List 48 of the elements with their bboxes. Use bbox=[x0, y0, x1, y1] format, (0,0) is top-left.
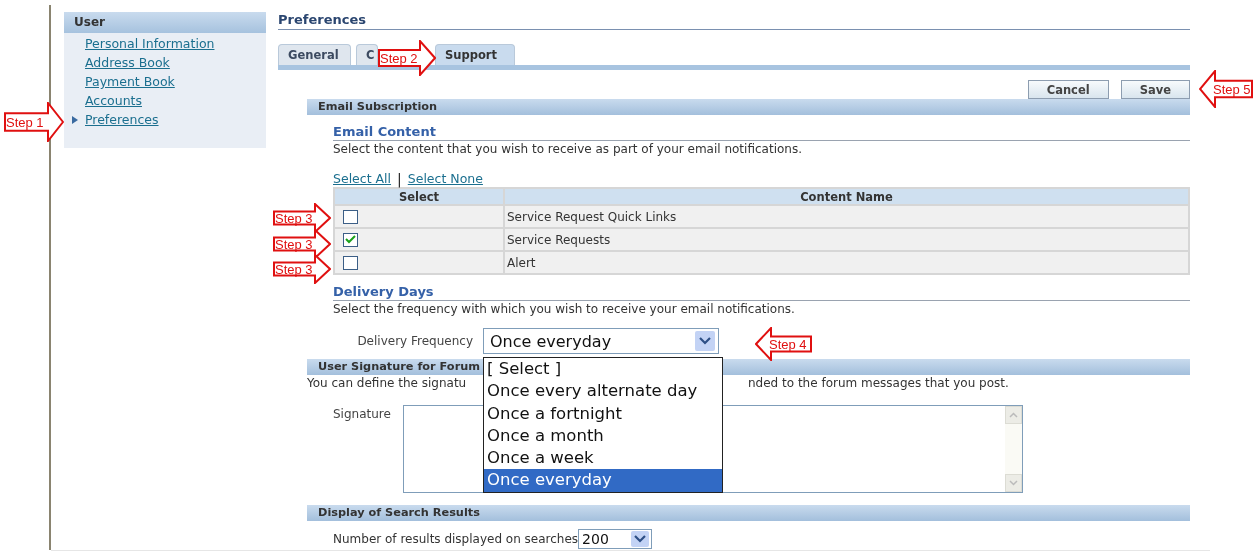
chevron-down-icon bbox=[634, 535, 647, 543]
tab[interactable]: General bbox=[278, 44, 351, 65]
description-text: Select the frequency with which you wish to receive your email notifications. bbox=[333, 301, 796, 317]
separator: | bbox=[397, 171, 402, 187]
section-header: Display of Search Results bbox=[307, 505, 1190, 521]
checkbox[interactable] bbox=[343, 255, 358, 270]
step-callout: Step 2 bbox=[378, 40, 436, 76]
page-title: Preferences bbox=[278, 12, 1190, 30]
sidebar-title: User bbox=[64, 12, 266, 33]
table-cell: Alert bbox=[504, 251, 1189, 274]
step-callout: Step 3 bbox=[273, 203, 331, 233]
tab[interactable]: C bbox=[356, 44, 378, 65]
dropdown-button[interactable] bbox=[695, 331, 715, 351]
chevron-down-icon bbox=[699, 337, 711, 345]
signature-field[interactable] bbox=[403, 405, 1023, 493]
step-callout: Step 3 bbox=[273, 254, 331, 284]
select-none-link[interactable]: Select None bbox=[407, 171, 483, 187]
field-label: Delivery Frequency bbox=[356, 334, 473, 348]
section-header: Email Subscription bbox=[307, 99, 1190, 115]
table-cell: Service Request Quick Links bbox=[504, 205, 1189, 228]
field-label: Number of results displayed on searches bbox=[333, 532, 579, 546]
select-all-link[interactable]: Select All bbox=[333, 171, 392, 187]
description-text: Select the content that you wish to receive as part of your email notifications. bbox=[333, 141, 803, 157]
step-callout: Step 4 bbox=[755, 327, 812, 361]
column-header: Content Name bbox=[504, 188, 1189, 205]
save-button[interactable]: Save bbox=[1120, 80, 1190, 99]
column-header: Select bbox=[334, 188, 504, 205]
results-dropdown[interactable]: 200 bbox=[578, 529, 653, 549]
checkbox[interactable] bbox=[343, 232, 358, 247]
subsection-title: Email Content bbox=[333, 124, 1190, 141]
step-callout: Step 5 bbox=[1199, 70, 1253, 108]
field-label: Signature bbox=[333, 407, 392, 423]
cancel-button[interactable]: Cancel bbox=[1027, 80, 1109, 99]
step-callout: Step 1 bbox=[4, 102, 64, 142]
description-text: nded to the forum messages that you post. bbox=[748, 375, 1009, 391]
frequency-dropdown[interactable]: Once everyday bbox=[483, 328, 719, 354]
dropdown-option[interactable]: Once everyday bbox=[484, 469, 722, 492]
step-callout: Step 3 bbox=[273, 229, 331, 259]
sidebar-link[interactable]: Address Book bbox=[85, 55, 170, 71]
table-cell: Service Requests bbox=[504, 228, 1189, 251]
sidebar-link[interactable]: Personal Information bbox=[85, 36, 215, 52]
sidebar-link[interactable]: Payment Book bbox=[85, 74, 175, 90]
sidebar-link[interactable]: Preferences bbox=[85, 112, 159, 128]
checkbox[interactable] bbox=[343, 209, 358, 224]
tab[interactable]: Support bbox=[435, 44, 515, 65]
sidebar-link[interactable]: Accounts bbox=[85, 93, 142, 109]
subsection-title: Delivery Days bbox=[333, 284, 1190, 301]
dropdown-button[interactable] bbox=[631, 531, 650, 547]
